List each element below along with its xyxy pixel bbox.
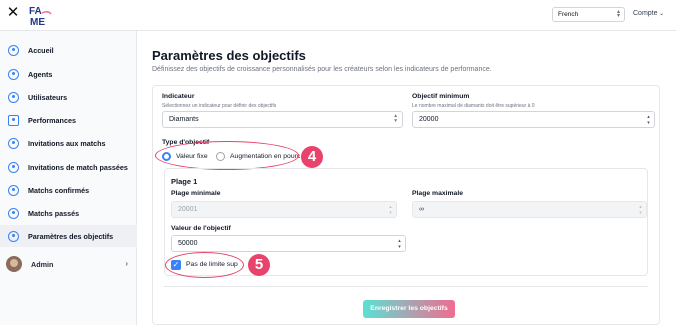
close-icon[interactable]: ✕ (6, 5, 20, 20)
top-bar: ✕ FA ME French ▴ ▾ Compte ⌄ (0, 0, 676, 31)
indicator-select[interactable]: Diamants ▴ ▾ (162, 111, 403, 128)
sidebar-item-past-matches[interactable]: Matchs passés (0, 202, 137, 224)
invite-icon (8, 161, 19, 173)
sidebar-item-label: Accueil (28, 45, 54, 55)
match-icon (8, 207, 19, 219)
level-title: Plage 1 (171, 177, 198, 186)
sidebar-item-label: Matchs confirmés (28, 185, 90, 195)
indicator-value: Diamants (169, 116, 199, 123)
radio-percentage-increase[interactable] (216, 152, 225, 161)
min-goal-label: Objectif minimum (412, 93, 470, 100)
max-range-value: ∞ (419, 206, 424, 213)
sidebar-item-performances[interactable]: Performances (0, 109, 137, 131)
sidebar-item-label: Matchs passés (28, 208, 80, 218)
sidebar-item-label: Agents (28, 69, 53, 79)
chart-icon (8, 114, 19, 126)
chevron-updown-icon: ▴ ▾ (394, 113, 397, 124)
admin-label: Admin (31, 259, 54, 269)
user-icon (8, 68, 19, 80)
sidebar-item-label: Paramètres des objectifs (28, 231, 114, 241)
min-range-label: Plage minimale (171, 190, 221, 197)
sidebar-item-label: Invitations aux matchs (28, 138, 106, 148)
page-title: Paramètres des objectifs (152, 48, 306, 63)
goal-value-label: Valeur de l'objectif (171, 225, 231, 232)
goal-value: 50000 (178, 240, 198, 247)
indicator-help: Sélectionnez un indicateur pour définir … (162, 103, 277, 109)
main-content: Paramètres des objectifs Définissez des … (137, 31, 676, 325)
chevron-down-icon: ⌄ (657, 11, 665, 17)
sidebar-item-invitations[interactable]: Invitations aux matchs (0, 132, 137, 154)
sidebar-item-agents[interactable]: Agents (0, 63, 137, 85)
goal-value-input[interactable]: 50000 ▴ ▾ (171, 235, 406, 252)
sidebar-item-past-invitations[interactable]: Invitations de match passées (0, 156, 137, 178)
indicator-label: Indicateur (162, 93, 195, 100)
step-badge-5: 5 (248, 254, 270, 276)
sidebar-item-goal-settings[interactable]: Paramètres des objectifs (0, 225, 137, 247)
language-value: French (558, 11, 579, 18)
svg-text:FA: FA (29, 6, 42, 17)
chevron-updown-icon: ▴ ▾ (616, 9, 620, 19)
min-range-input: 20001 ▴ ▾ (171, 201, 397, 218)
no-upper-limit-checkbox[interactable]: ✓ (171, 260, 181, 270)
max-range-label: Plage maximale (412, 190, 464, 197)
radio-percentage-increase-label: Augmentation en pourc (230, 153, 301, 160)
account-menu[interactable]: Compte ⌄ (633, 10, 664, 17)
sidebar-item-label: Utilisateurs (28, 92, 68, 102)
target-icon (8, 230, 19, 242)
dashboard-icon (8, 44, 19, 56)
no-upper-limit-label: Pas de limite sup (186, 261, 238, 268)
user-icon (8, 91, 19, 103)
sidebar: Accueil Agents Utilisateurs Performances… (0, 31, 137, 325)
min-goal-value: 20000 (419, 116, 439, 123)
page-subtitle: Définissez des objectifs de croissance p… (152, 66, 492, 73)
stepper-icon[interactable]: ▴ ▾ (396, 238, 403, 250)
account-label: Compte (633, 10, 658, 17)
min-range-value: 20001 (178, 206, 198, 213)
stepper-icon: ▴ ▾ (389, 204, 392, 216)
sidebar-item-label: Invitations de match passées (28, 162, 128, 172)
min-goal-input[interactable]: 20000 ▴ ▾ (412, 111, 655, 128)
sidebar-item-accueil[interactable]: Accueil (0, 39, 137, 61)
sidebar-item-confirmed-matches[interactable]: Matchs confirmés (0, 179, 137, 201)
svg-text:ME: ME (30, 17, 45, 27)
stepper-icon[interactable]: ▴ ▾ (645, 114, 652, 126)
app-logo: FA ME (29, 6, 52, 27)
stepper-icon: ▴ ▾ (639, 204, 642, 216)
max-range-input: ∞ ▴ ▾ (412, 201, 647, 218)
match-icon (8, 184, 19, 196)
sidebar-item-utilisateurs[interactable]: Utilisateurs (0, 86, 137, 108)
save-goals-button[interactable]: Enregistrer les objectifs (363, 300, 455, 318)
invite-icon (8, 137, 19, 149)
min-goal-help: Le nombre maximal de diamants doit être … (412, 103, 535, 109)
goal-form-card: Indicateur Sélectionnez un indicateur po… (152, 85, 660, 325)
radio-fixed-value-label: Valeur fixe (176, 153, 208, 160)
level-card: Plage 1 Plage minimale 20001 ▴ ▾ Plage ma… (164, 168, 648, 278)
chevron-right-icon: › (125, 259, 128, 268)
step-badge-4: 4 (301, 146, 323, 168)
radio-fixed-value[interactable] (162, 152, 171, 161)
avatar (6, 256, 22, 272)
sidebar-admin[interactable]: Admin › (0, 253, 137, 275)
sidebar-item-label: Performances (28, 115, 76, 125)
language-select[interactable]: French ▴ ▾ (552, 7, 625, 22)
goal-type-label: Type d'objectif (162, 139, 210, 146)
divider (164, 286, 648, 287)
